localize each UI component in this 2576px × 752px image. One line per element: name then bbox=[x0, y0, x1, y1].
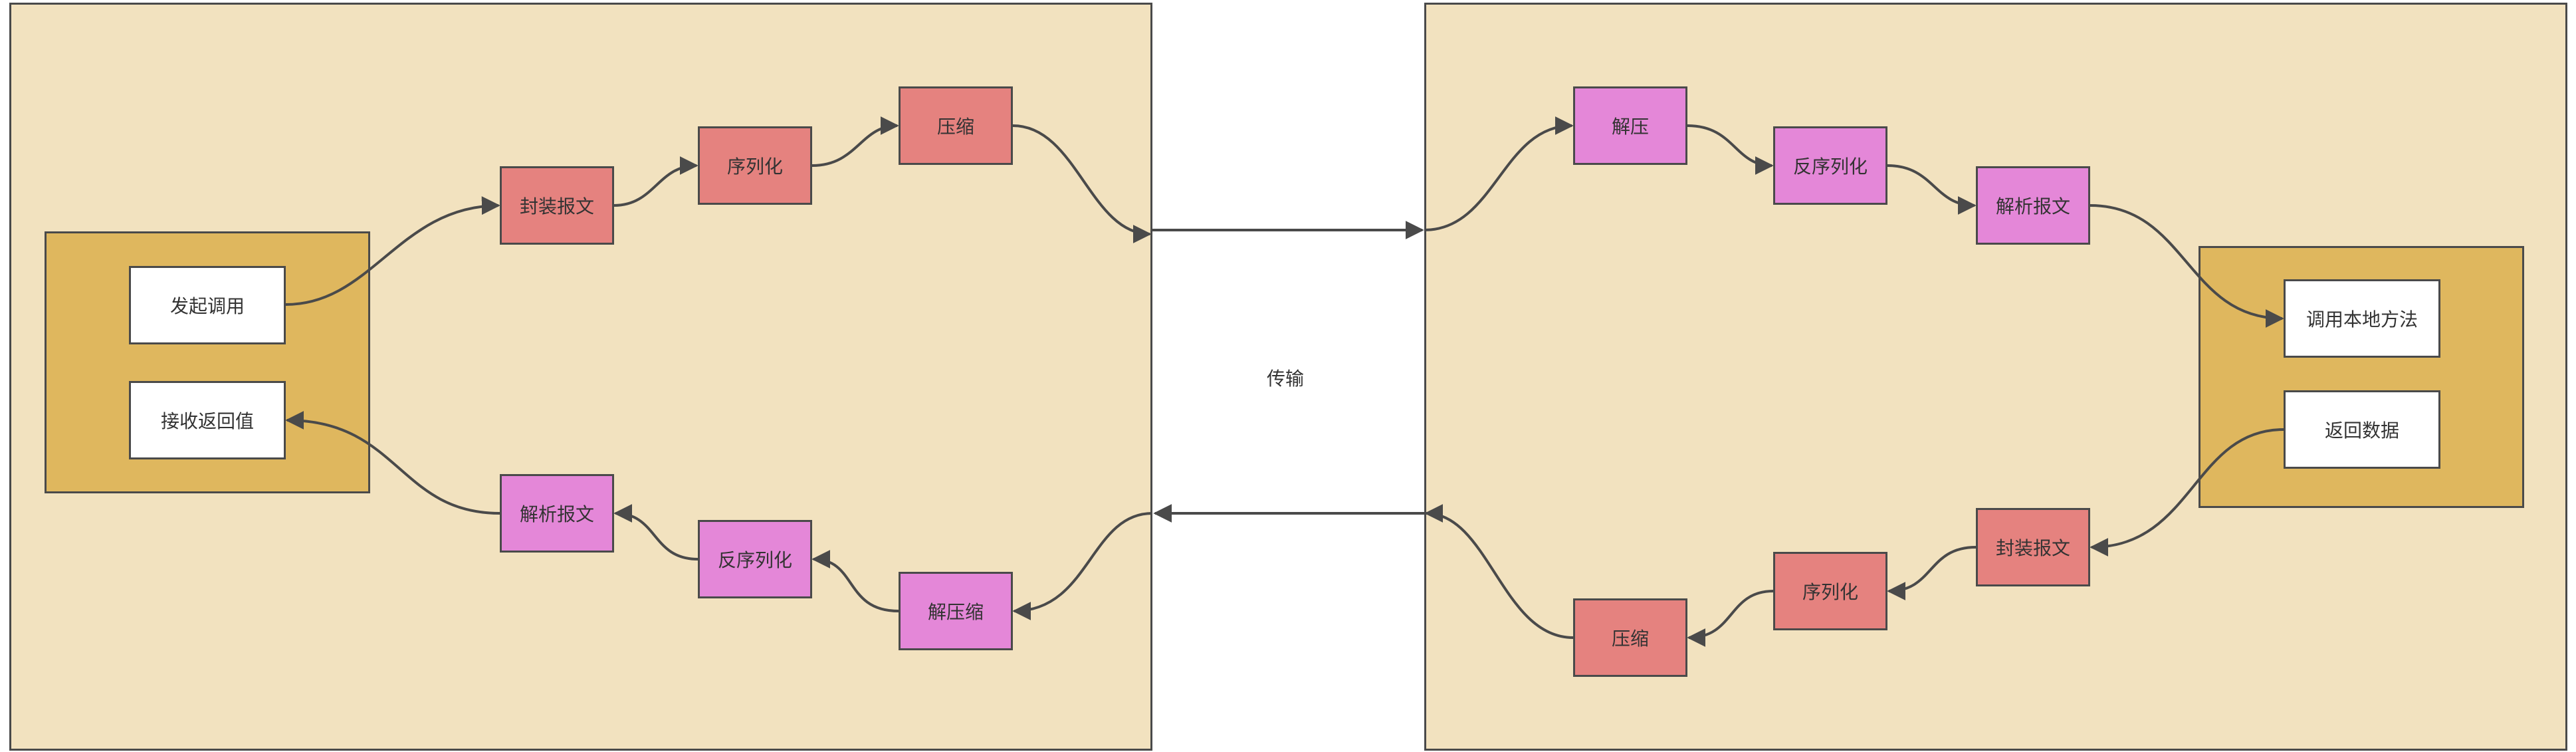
edge-deserialize-to-parse-client bbox=[613, 504, 698, 561]
edge-call-to-encapsulate bbox=[285, 196, 500, 306]
edge-parse-to-invoke bbox=[2090, 204, 2284, 328]
edge-server-edge-to-decompress bbox=[1424, 116, 1574, 231]
edge-encapsulate-to-serialize-server bbox=[1887, 546, 1977, 600]
edge-client-edge-to-decompress bbox=[1012, 512, 1153, 620]
edge-deserialize-to-parse bbox=[1887, 164, 1977, 215]
edge-serialize-to-compress bbox=[811, 116, 899, 167]
edge-compress-to-server-edge bbox=[1424, 504, 1574, 639]
edge-decompress-to-deserialize bbox=[1687, 124, 1774, 175]
edge-return-to-encapsulate bbox=[2090, 428, 2284, 557]
edge-compress-to-client-edge bbox=[1012, 124, 1152, 243]
edge-encapsulate-to-serialize bbox=[613, 156, 698, 207]
connectors bbox=[285, 116, 2284, 647]
edge-serialize-to-compress-server bbox=[1687, 590, 1774, 647]
edge-parse-to-receive bbox=[285, 411, 500, 515]
rpc-flow-diagram: 发起调用 接收返回值 封装报文 序列化 压缩 解析报文 反序列化 解压缩 传输 … bbox=[0, 0, 2576, 752]
edge-decompress-to-deserialize-client bbox=[811, 550, 899, 612]
